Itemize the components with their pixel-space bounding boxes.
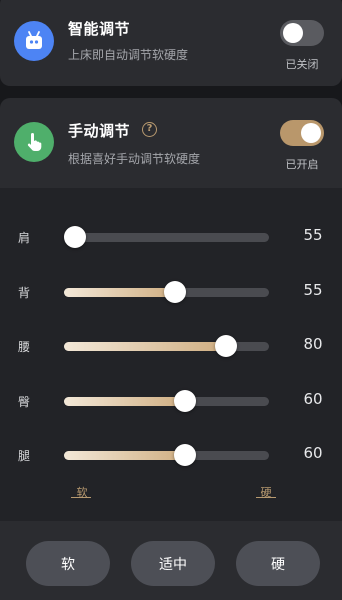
hand-pointer-icon xyxy=(14,122,54,162)
slider-label: 腿 xyxy=(18,449,31,463)
preset-soft-button[interactable]: 软 xyxy=(26,541,110,586)
slider-row-leg: 腿 60 xyxy=(0,440,342,470)
manual-adjust-subtitle: 根据喜好手动调节软硬度 xyxy=(68,152,201,166)
slider-thumb[interactable] xyxy=(64,226,86,248)
slider-value: 80 xyxy=(303,335,323,353)
smart-adjust-subtitle: 上床即自动调节软硬度 xyxy=(68,48,189,62)
toggle-knob xyxy=(301,123,321,143)
slider-thumb[interactable] xyxy=(174,444,196,466)
slider-row-back: 背 55 xyxy=(0,277,342,307)
slider-value: 55 xyxy=(303,226,323,244)
slider-thumb[interactable] xyxy=(215,335,237,357)
firmness-slider-panel: 肩 55 背 55 腰 80 臀 60 腿 60 软 硬 xyxy=(0,188,342,521)
slider-track[interactable] xyxy=(64,226,269,248)
manual-adjust-toggle[interactable] xyxy=(280,120,324,146)
slider-fill xyxy=(64,397,187,406)
slider-row-shoulder: 肩 55 xyxy=(0,222,342,252)
manual-adjust-card: 手动调节 ? 根据喜好手动调节软硬度 已开启 xyxy=(0,98,342,192)
slider-track[interactable] xyxy=(64,390,269,412)
help-icon[interactable]: ? xyxy=(142,122,157,137)
slider-value: 60 xyxy=(303,444,323,462)
slider-track[interactable] xyxy=(64,444,269,466)
slider-label: 腰 xyxy=(18,340,31,354)
slider-label: 背 xyxy=(18,286,31,300)
smart-adjust-card: 智能调节 上床即自动调节软硬度 已关闭 xyxy=(0,0,342,86)
preset-hard-button[interactable]: 硬 xyxy=(236,541,320,586)
slider-value: 55 xyxy=(303,281,323,299)
smart-adjust-toggle[interactable] xyxy=(280,20,324,46)
smart-adjust-title: 智能调节 xyxy=(68,20,131,38)
slider-label: 肩 xyxy=(18,231,31,245)
slider-fill xyxy=(64,342,228,351)
slider-row-waist: 腰 80 xyxy=(0,331,342,361)
slider-label: 臀 xyxy=(18,395,31,409)
preset-bar: 软 适中 硬 xyxy=(0,521,342,600)
slider-value: 60 xyxy=(303,390,323,408)
slider-row-hip: 臀 60 xyxy=(0,386,342,416)
manual-adjust-status: 已开启 xyxy=(285,158,319,171)
slider-fill xyxy=(64,451,187,460)
robot-icon xyxy=(14,21,54,61)
preset-medium-button[interactable]: 适中 xyxy=(131,541,215,586)
slider-fill xyxy=(64,288,177,297)
smart-adjust-status: 已关闭 xyxy=(285,58,319,71)
scale-soft-arrow xyxy=(71,497,91,498)
slider-thumb[interactable] xyxy=(163,281,186,303)
slider-track[interactable] xyxy=(64,281,269,303)
manual-adjust-title: 手动调节 xyxy=(68,122,131,140)
toggle-knob xyxy=(283,23,303,43)
slider-thumb[interactable] xyxy=(174,390,196,412)
slider-track[interactable] xyxy=(64,335,269,357)
scale-hard-arrow xyxy=(256,497,276,498)
